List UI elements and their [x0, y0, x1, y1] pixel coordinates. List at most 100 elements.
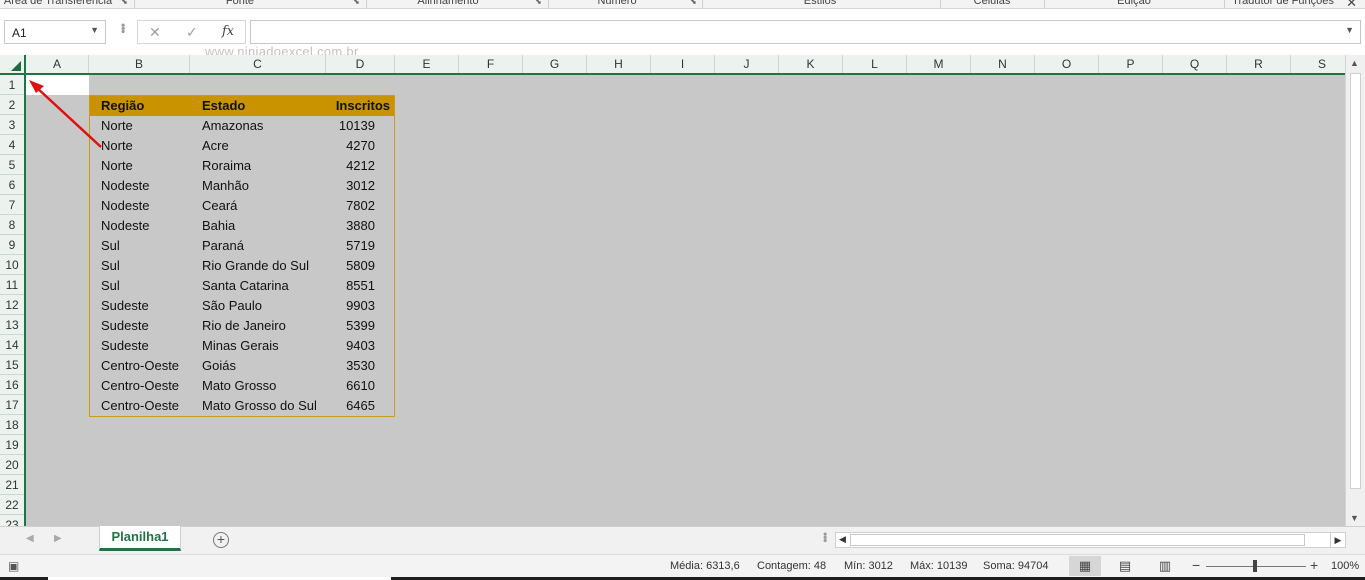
- column-header-n[interactable]: N: [971, 55, 1035, 73]
- cell-estado[interactable]: Roraima: [202, 156, 251, 176]
- next-sheet-icon[interactable]: ▶: [54, 533, 62, 544]
- row-header-11[interactable]: 11: [0, 275, 24, 295]
- enter-check-icon[interactable]: ✓: [186, 24, 198, 41]
- close-icon[interactable]: ✕: [1346, 0, 1357, 8]
- row-header-6[interactable]: 6: [0, 175, 24, 195]
- cell-regiao[interactable]: Centro-Oeste: [101, 396, 179, 416]
- row-header-7[interactable]: 7: [0, 195, 24, 215]
- row-header-10[interactable]: 10: [0, 255, 24, 275]
- row-header-3[interactable]: 3: [0, 115, 24, 135]
- zoom-slider-thumb[interactable]: [1253, 560, 1257, 572]
- page-break-view-icon[interactable]: ▥: [1149, 556, 1181, 576]
- column-header-p[interactable]: P: [1099, 55, 1163, 73]
- cell-regiao[interactable]: Sul: [101, 276, 120, 296]
- cell-estado[interactable]: Mato Grosso do Sul: [202, 396, 317, 416]
- column-header-d[interactable]: D: [326, 55, 395, 73]
- cell-regiao[interactable]: Nodeste: [101, 176, 149, 196]
- cell-estado[interactable]: Minas Gerais: [202, 336, 279, 356]
- row-header-23[interactable]: 23: [0, 515, 24, 526]
- cell-estado[interactable]: Acre: [202, 136, 229, 156]
- horizontal-scroll-thumb[interactable]: [850, 534, 1305, 546]
- cell-estado[interactable]: Ceará: [202, 196, 237, 216]
- drag-handle-icon[interactable]: •••: [116, 23, 130, 33]
- column-header-r[interactable]: R: [1227, 55, 1291, 73]
- column-header-c[interactable]: C: [190, 55, 326, 73]
- vertical-scroll-thumb[interactable]: [1350, 73, 1361, 489]
- cell-regiao[interactable]: Sudeste: [101, 336, 149, 356]
- page-layout-view-icon[interactable]: ▤: [1109, 556, 1141, 576]
- cell-regiao[interactable]: Sul: [101, 236, 120, 256]
- chevron-down-icon[interactable]: ▼: [90, 25, 99, 35]
- cell-estado[interactable]: Mato Grosso: [202, 376, 276, 396]
- row-header-15[interactable]: 15: [0, 355, 24, 375]
- cell-inscritos[interactable]: 5399: [346, 316, 375, 336]
- cell-inscritos[interactable]: 10139: [339, 116, 375, 136]
- cell-estado[interactable]: Paraná: [202, 236, 244, 256]
- row-header-1[interactable]: 1: [0, 75, 24, 95]
- scroll-left-icon[interactable]: ◀: [839, 534, 846, 545]
- cell-inscritos[interactable]: 7802: [346, 196, 375, 216]
- cell-inscritos[interactable]: 6610: [346, 376, 375, 396]
- cell-regiao[interactable]: Norte: [101, 116, 133, 136]
- cell-inscritos[interactable]: 4270: [346, 136, 375, 156]
- cancel-icon[interactable]: ✕: [149, 24, 161, 41]
- cell-inscritos[interactable]: 5719: [346, 236, 375, 256]
- cell-inscritos[interactable]: 9403: [346, 336, 375, 356]
- cell-estado[interactable]: São Paulo: [202, 296, 262, 316]
- number-launcher-icon[interactable]: ⬊: [690, 0, 698, 6]
- column-header-b[interactable]: B: [89, 55, 190, 73]
- cell-regiao[interactable]: Centro-Oeste: [101, 356, 179, 376]
- normal-view-icon[interactable]: ▦: [1069, 556, 1101, 576]
- column-header-l[interactable]: L: [843, 55, 907, 73]
- cell-estado[interactable]: Bahia: [202, 216, 235, 236]
- scroll-right-icon[interactable]: ▶: [1330, 532, 1346, 548]
- column-header-g[interactable]: G: [523, 55, 587, 73]
- row-header-13[interactable]: 13: [0, 315, 24, 335]
- column-header-j[interactable]: J: [715, 55, 779, 73]
- cell-inscritos[interactable]: 3530: [346, 356, 375, 376]
- column-header-i[interactable]: I: [651, 55, 715, 73]
- row-header-8[interactable]: 8: [0, 215, 24, 235]
- row-header-5[interactable]: 5: [0, 155, 24, 175]
- column-header-o[interactable]: O: [1035, 55, 1099, 73]
- column-header-q[interactable]: Q: [1163, 55, 1227, 73]
- expand-formula-icon[interactable]: ▼: [1345, 25, 1354, 35]
- tab-splitter-icon[interactable]: •••: [818, 532, 832, 542]
- alignment-launcher-icon[interactable]: ⬊: [535, 0, 543, 6]
- row-header-2[interactable]: 2: [0, 95, 24, 115]
- zoom-level[interactable]: 100%: [1331, 560, 1359, 572]
- sheet-tab-planilha1[interactable]: Planilha1: [99, 526, 181, 551]
- cell-regiao[interactable]: Norte: [101, 136, 133, 156]
- column-header-m[interactable]: M: [907, 55, 971, 73]
- name-box[interactable]: A1 ▼: [4, 20, 106, 44]
- formula-input[interactable]: ▼: [250, 20, 1361, 44]
- row-header-18[interactable]: 18: [0, 415, 24, 435]
- header-regiao[interactable]: Região: [101, 96, 144, 116]
- cell-inscritos[interactable]: 3880: [346, 216, 375, 236]
- zoom-in-icon[interactable]: +: [1310, 557, 1318, 573]
- column-header-h[interactable]: H: [587, 55, 651, 73]
- row-header-19[interactable]: 19: [0, 435, 24, 455]
- cell-inscritos[interactable]: 8551: [346, 276, 375, 296]
- row-header-9[interactable]: 9: [0, 235, 24, 255]
- font-launcher-icon[interactable]: ⬊: [353, 0, 361, 6]
- macro-record-icon[interactable]: ▣: [8, 559, 19, 573]
- scroll-down-icon[interactable]: ▼: [1350, 513, 1359, 523]
- cell-inscritos[interactable]: 6465: [346, 396, 375, 416]
- row-header-14[interactable]: 14: [0, 335, 24, 355]
- cell-inscritos[interactable]: 3012: [346, 176, 375, 196]
- cell-regiao[interactable]: Sul: [101, 256, 120, 276]
- cell-regiao[interactable]: Nodeste: [101, 196, 149, 216]
- row-header-17[interactable]: 17: [0, 395, 24, 415]
- row-header-12[interactable]: 12: [0, 295, 24, 315]
- column-header-e[interactable]: E: [395, 55, 459, 73]
- cell-regiao[interactable]: Sudeste: [101, 316, 149, 336]
- column-header-k[interactable]: K: [779, 55, 843, 73]
- select-all-button[interactable]: [0, 55, 26, 73]
- cell-inscritos[interactable]: 4212: [346, 156, 375, 176]
- scroll-up-icon[interactable]: ▲: [1350, 58, 1359, 68]
- prev-sheet-icon[interactable]: ◀: [26, 533, 34, 544]
- cell-estado[interactable]: Santa Catarina: [202, 276, 289, 296]
- cell-estado[interactable]: Goiás: [202, 356, 236, 376]
- insert-function-icon[interactable]: fx: [222, 24, 234, 39]
